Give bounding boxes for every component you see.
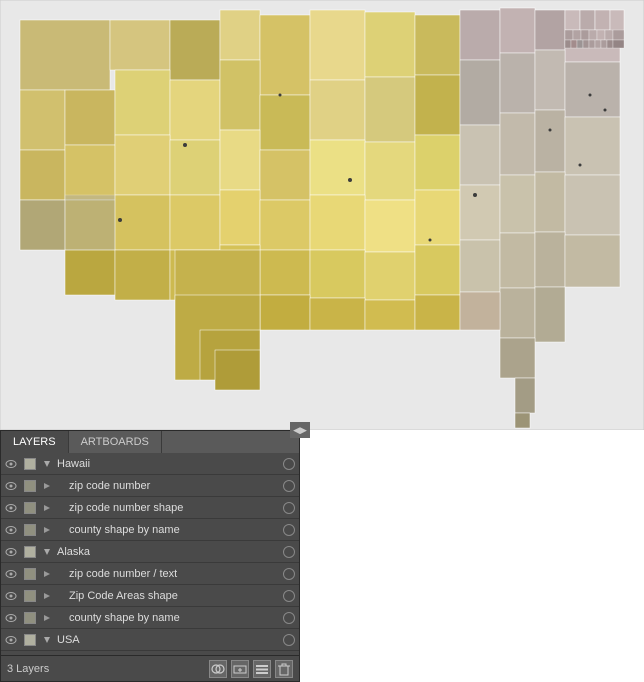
triangle-right-icon [43,482,51,490]
delete-layer-button[interactable] [275,660,293,678]
layer-target-circle[interactable] [283,524,295,536]
map-area [0,0,644,430]
tab-artboards[interactable]: ARTBOARDS [69,431,162,453]
layer-swatch [21,634,39,646]
layer-swatch [21,502,39,514]
layer-target-circle[interactable] [283,502,295,514]
triangle-right-icon [43,592,51,600]
eye-icon [5,635,17,645]
expand-arrow[interactable] [39,614,55,622]
layer-swatch [21,568,39,580]
layer-row[interactable]: zip code number [1,475,299,497]
eye-icon [5,481,17,491]
layer-row[interactable]: USA [1,629,299,651]
layer-swatch [21,458,39,470]
expand-arrow[interactable] [39,482,55,490]
layer-target-circle[interactable] [283,458,295,470]
layer-row[interactable]: county shape by name [1,607,299,629]
panel-tabs: LAYERS ARTBOARDS [1,431,299,453]
layer-name: Zip Code Areas shape [55,590,283,602]
layer-row[interactable]: Zip Code Areas shape [1,585,299,607]
triangle-down-icon [43,460,51,468]
expand-arrow[interactable] [39,548,55,556]
add-layer-button[interactable] [231,660,249,678]
eye-icon [5,613,17,623]
layer-target-circle[interactable] [283,634,295,646]
visibility-eye[interactable] [1,635,21,645]
expand-arrow[interactable] [39,592,55,600]
layer-swatch [21,546,39,558]
layer-row[interactable]: Alaska [1,541,299,563]
eye-icon [5,569,17,579]
layer-row[interactable]: zip code number / text [1,563,299,585]
layer-name: zip code number shape [55,502,283,514]
visibility-eye[interactable] [1,547,21,557]
layer-row[interactable]: zip code area number /text [1,651,299,655]
layer-name: county shape by name [55,612,283,624]
layer-name: Hawaii [55,458,283,470]
expand-arrow[interactable] [39,504,55,512]
layer-target-circle[interactable] [283,480,295,492]
triangle-right-icon [43,614,51,622]
layer-swatch [21,524,39,536]
visibility-eye[interactable] [1,459,21,469]
visibility-eye[interactable] [1,613,21,623]
add-layer-icon [233,662,247,676]
eye-icon [5,547,17,557]
layer-name: USA [55,634,283,646]
eye-icon [5,503,17,513]
visibility-eye[interactable] [1,503,21,513]
layer-swatch [21,590,39,602]
eye-icon [5,591,17,601]
layer-swatch [21,480,39,492]
tab-layers[interactable]: LAYERS [1,431,69,453]
triangle-down-icon [43,636,51,644]
layer-target-circle[interactable] [283,590,295,602]
triangle-down-icon [43,548,51,556]
eye-icon [5,525,17,535]
layer-name: zip code number / text [55,568,283,580]
layer-row[interactable]: zip code number shape [1,497,299,519]
layers-count: 3 Layers [7,663,205,675]
layer-options-button[interactable] [253,660,271,678]
layer-name: Alaska [55,546,283,558]
layer-target-circle[interactable] [283,546,295,558]
layer-target-circle[interactable] [283,612,295,624]
layer-target-circle[interactable] [283,568,295,580]
layers-panel: LAYERS ARTBOARDS Hawaii zip code number zi… [0,430,300,682]
visibility-eye[interactable] [1,569,21,579]
eye-icon [5,459,17,469]
visibility-eye[interactable] [1,525,21,535]
triangle-right-icon [43,504,51,512]
layer-name: county shape by name [55,524,283,536]
expand-arrow[interactable] [39,636,55,644]
expand-arrow[interactable] [39,526,55,534]
visibility-eye[interactable] [1,481,21,491]
clipping-mask-icon [211,662,225,676]
make-sublayer-button[interactable] [209,660,227,678]
triangle-right-icon [43,570,51,578]
layer-options-icon [255,662,269,676]
resize-handle[interactable]: ◀▶ [290,422,310,438]
layer-row[interactable]: Hawaii [1,453,299,475]
layer-list[interactable]: Hawaii zip code number zip code number sha… [1,453,299,655]
panel-footer: 3 Layers [1,655,299,681]
delete-layer-icon [277,662,291,676]
expand-arrow[interactable] [39,570,55,578]
visibility-eye[interactable] [1,591,21,601]
layer-row[interactable]: county shape by name [1,519,299,541]
triangle-right-icon [43,526,51,534]
us-map [0,0,644,430]
expand-arrow[interactable] [39,460,55,468]
layer-swatch [21,612,39,624]
layer-name: zip code number [55,480,283,492]
